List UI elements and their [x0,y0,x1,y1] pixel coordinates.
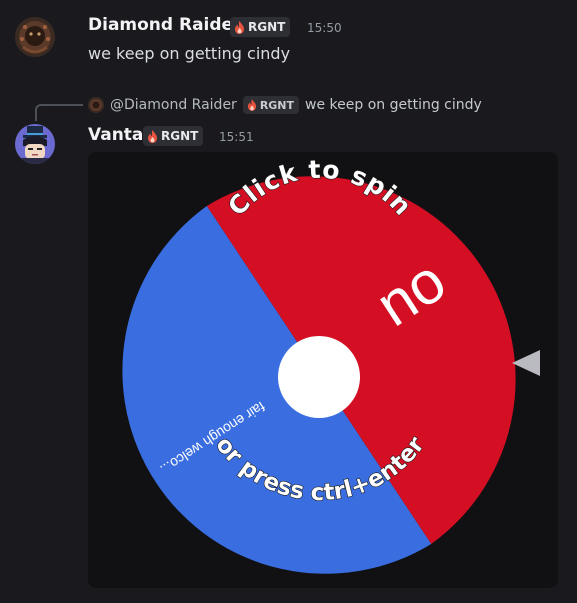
tag-label: RGNT [248,20,286,34]
timestamp: 15:50 [307,21,342,35]
wheel-hub[interactable] [278,336,360,418]
reply-tag-label: RGNT [259,98,295,112]
reply-connector [35,104,83,121]
wheel-embed[interactable]: no fair enough welco... Click to spin or… [88,152,558,588]
username[interactable]: Diamond Raider [88,15,241,35]
message-text: we keep on getting cindy [88,44,291,63]
server-tag[interactable]: RGNT [230,17,291,37]
reply-username[interactable]: @Diamond Raider [110,97,237,113]
wheel-canvas[interactable]: no fair enough welco... Click to spin or… [88,152,558,588]
flame-icon [247,99,256,111]
timestamp: 15:51 [219,130,254,144]
vanta-avatar[interactable] [15,124,55,164]
reply-avatar [88,97,104,113]
username[interactable]: Vanta [88,125,143,145]
server-tag[interactable]: RGNT [143,126,204,146]
flame-icon [235,20,244,34]
reply-preview[interactable]: @Diamond Raider RGNT we keep on getting … [88,95,482,115]
tag-label: RGNT [161,129,199,143]
diamond-raider-avatar[interactable] [15,17,55,57]
reply-server-tag: RGNT [242,96,300,114]
flame-icon [148,129,157,143]
reply-text: we keep on getting cindy [305,97,482,113]
wheel-pointer-icon [512,350,540,376]
